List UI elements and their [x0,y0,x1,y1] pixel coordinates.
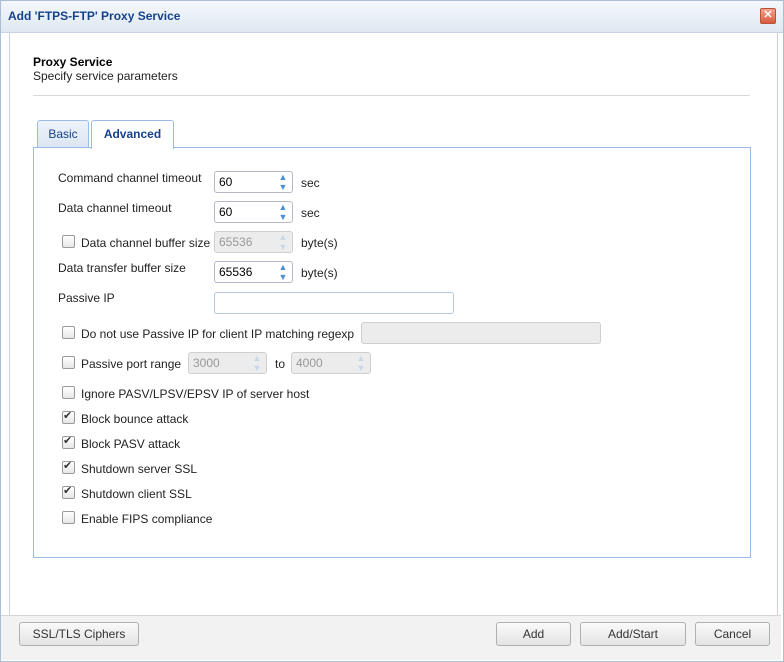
passive-port-to-value: 4000 [296,356,323,370]
shutdown-server-ssl-checkbox[interactable] [62,459,75,474]
passive-port-from-value: 3000 [193,356,220,370]
title-bar[interactable]: Add 'FTPS-FTP' Proxy Service ✕ [1,1,783,33]
no-passive-ip-regexp-input[interactable] [361,322,601,344]
spin-up-icon[interactable]: ▲ [274,202,292,212]
passive-ip-label: Passive IP [58,291,115,305]
unit-label: byte(s) [301,266,338,280]
section-title: Proxy Service [33,55,113,69]
passive-port-from-input[interactable]: 3000 ▲ ▼ [188,352,267,374]
command-channel-timeout-label: Command channel timeout [58,171,202,185]
cancel-button[interactable]: Cancel [695,622,770,646]
no-passive-ip-regexp-checkbox[interactable] [62,326,75,339]
spinner[interactable]: ▲ ▼ [352,353,370,373]
spinner[interactable]: ▲ ▼ [274,232,292,252]
dialog-title: Add 'FTPS-FTP' Proxy Service [8,9,181,23]
block-bounce-attack-label: Block bounce attack [81,412,189,426]
unit-label: byte(s) [301,236,338,250]
spin-down-icon[interactable]: ▼ [248,363,266,373]
unit-label: sec [301,176,320,190]
spin-down-icon[interactable]: ▼ [274,242,292,252]
spinner[interactable]: ▲ ▼ [248,353,266,373]
spin-down-icon[interactable]: ▼ [274,212,292,222]
divider [33,95,750,96]
data-transfer-buffer-size-value: 65536 [219,265,253,279]
spin-up-icon[interactable]: ▲ [274,262,292,272]
unit-label: sec [301,206,320,220]
command-channel-timeout-value: 60 [219,175,233,189]
ignore-pasv-ip-checkbox[interactable] [62,386,75,399]
data-transfer-buffer-size-label: Data transfer buffer size [58,261,186,275]
command-channel-timeout-input[interactable]: 60 ▲ ▼ [214,171,293,193]
ssl-tls-ciphers-button[interactable]: SSL/TLS Ciphers [19,622,139,646]
data-channel-timeout-input[interactable]: 60 ▲ ▼ [214,201,293,223]
passive-port-to-input[interactable]: 4000 ▲ ▼ [291,352,371,374]
passive-port-range-label: Passive port range [81,357,182,371]
data-channel-buffer-size-value: 65536 [219,235,253,249]
section-subtitle: Specify service parameters [33,69,178,83]
spin-down-icon[interactable]: ▼ [274,182,292,192]
spin-up-icon[interactable]: ▲ [352,353,370,363]
shutdown-client-ssl-label: Shutdown client SSL [81,487,192,501]
enable-fips-label: Enable FIPS compliance [81,512,213,526]
data-transfer-buffer-size-input[interactable]: 65536 ▲ ▼ [214,261,293,283]
data-channel-timeout-label: Data channel timeout [58,201,172,215]
spin-up-icon[interactable]: ▲ [274,232,292,242]
passive-ip-input[interactable] [214,292,454,314]
shutdown-server-ssl-label: Shutdown server SSL [81,462,198,476]
add-button[interactable]: Add [496,622,571,646]
spin-down-icon[interactable]: ▼ [274,272,292,282]
to-label: to [275,357,286,371]
no-passive-ip-regexp-label: Do not use Passive IP for client IP matc… [81,327,355,341]
add-start-button[interactable]: Add/Start [580,622,686,646]
tab-basic[interactable]: Basic [37,120,89,148]
spinner[interactable]: ▲ ▼ [274,172,292,192]
block-pasv-attack-checkbox[interactable] [62,434,75,449]
block-bounce-attack-checkbox[interactable] [62,409,75,424]
spin-up-icon[interactable]: ▲ [274,172,292,182]
spin-down-icon[interactable]: ▼ [352,363,370,373]
data-channel-buffer-size-label: Data channel buffer size [81,236,211,250]
enable-fips-checkbox[interactable] [62,511,75,524]
data-channel-buffer-size-checkbox[interactable] [62,235,75,248]
spin-up-icon[interactable]: ▲ [248,353,266,363]
ignore-pasv-ip-label: Ignore PASV/LPSV/EPSV IP of server host [81,387,310,401]
data-channel-buffer-size-input[interactable]: 65536 ▲ ▼ [214,231,293,253]
spinner[interactable]: ▲ ▼ [274,202,292,222]
shutdown-client-ssl-checkbox[interactable] [62,484,75,499]
tab-advanced[interactable]: Advanced [91,120,174,149]
block-pasv-attack-label: Block PASV attack [81,437,181,451]
spinner[interactable]: ▲ ▼ [274,262,292,282]
close-icon[interactable]: ✕ [760,8,776,24]
data-channel-timeout-value: 60 [219,205,233,219]
passive-port-range-checkbox[interactable] [62,356,75,369]
